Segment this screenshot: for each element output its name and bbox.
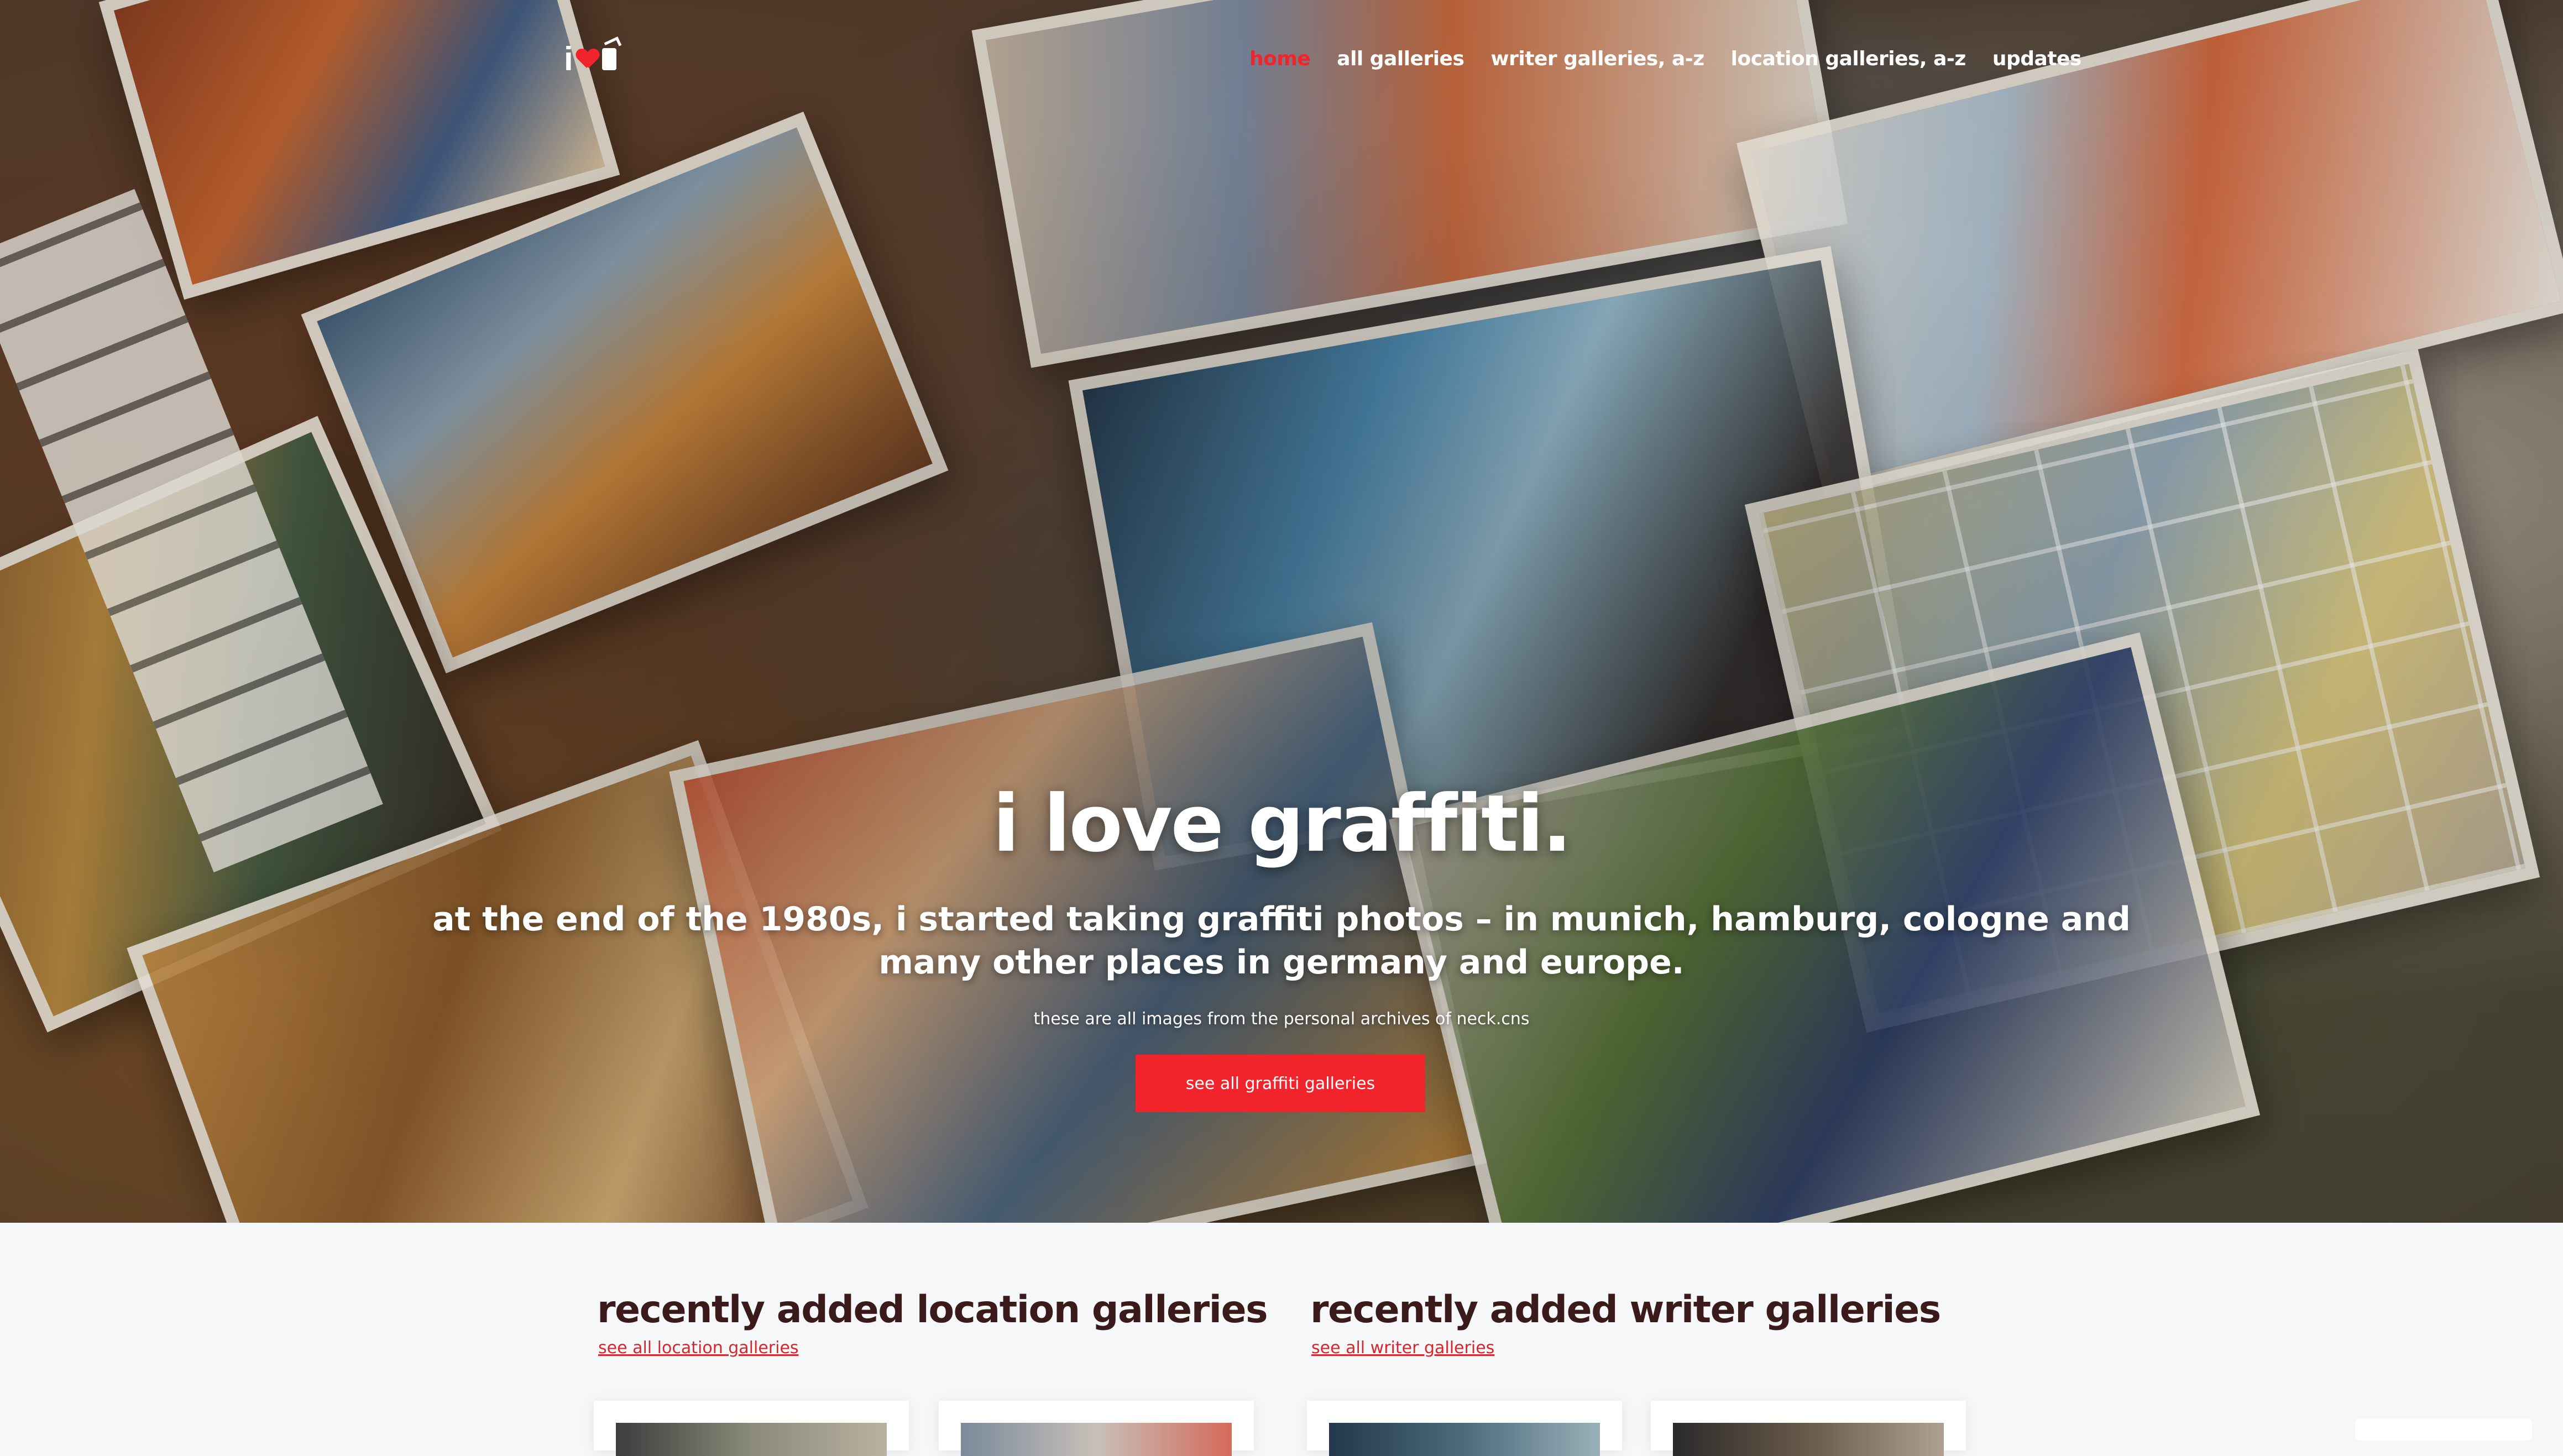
- main-nav: home all galleries writer galleries, a-z…: [1249, 48, 2081, 70]
- gallery-card[interactable]: [594, 1401, 909, 1456]
- gallery-card[interactable]: [939, 1401, 1254, 1456]
- section-heading: recently added location galleries: [597, 1288, 1268, 1332]
- nav-item-updates[interactable]: updates: [1992, 48, 2082, 70]
- nav-item-all-galleries[interactable]: all galleries: [1337, 48, 1464, 70]
- gallery-card[interactable]: [1307, 1401, 1622, 1456]
- hero-overlay: [0, 0, 2563, 1223]
- gallery-thumbnail: [961, 1423, 1232, 1456]
- corner-widget: [2355, 1418, 2532, 1441]
- see-all-location-galleries-link[interactable]: see all location galleries: [598, 1338, 799, 1358]
- nav-item-home[interactable]: home: [1249, 48, 1311, 70]
- see-all-galleries-button[interactable]: see all graffiti galleries: [1136, 1055, 1425, 1112]
- writer-galleries-section: recently added writer galleries see all …: [1310, 1288, 1941, 1358]
- spraycan-icon: [601, 48, 616, 70]
- site-logo[interactable]: i: [564, 40, 630, 78]
- gallery-thumbnail: [616, 1423, 887, 1456]
- nav-item-writer-galleries[interactable]: writer galleries, a-z: [1490, 48, 1704, 70]
- see-all-writer-galleries-link[interactable]: see all writer galleries: [1311, 1338, 1494, 1358]
- gallery-card[interactable]: [1651, 1401, 1966, 1456]
- logo-letter-i: i: [564, 40, 573, 77]
- heart-icon: [577, 49, 599, 69]
- gallery-thumbnail: [1673, 1423, 1944, 1456]
- hero-title: i love graffiti.: [992, 778, 1572, 870]
- hero-section: [0, 0, 2563, 1223]
- section-heading: recently added writer galleries: [1310, 1288, 1941, 1332]
- hero-note: these are all images from the personal a…: [1033, 1009, 1530, 1029]
- location-galleries-section: recently added location galleries see al…: [597, 1288, 1268, 1358]
- hero-subtitle: at the end of the 1980s, i started takin…: [432, 900, 2131, 982]
- nav-item-location-galleries[interactable]: location galleries, a-z: [1731, 48, 1966, 70]
- gallery-thumbnail: [1329, 1423, 1600, 1456]
- content-section: [0, 1223, 2563, 1433]
